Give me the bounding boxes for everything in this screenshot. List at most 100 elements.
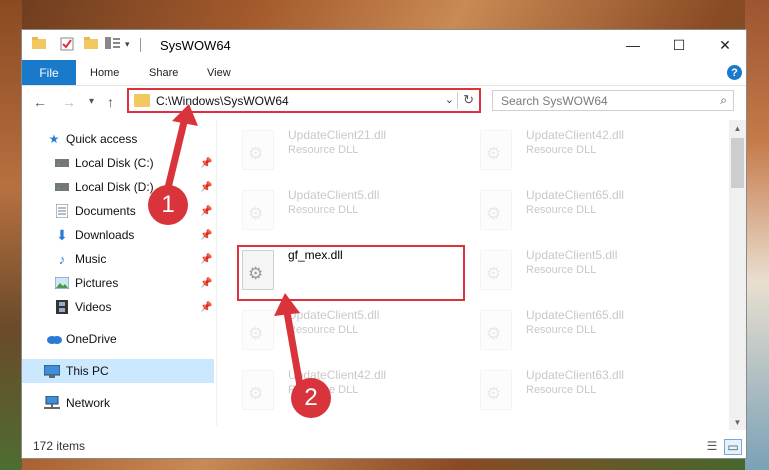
dll-file-icon bbox=[480, 310, 512, 350]
cloud-icon bbox=[46, 331, 62, 347]
download-arrow-icon: ⬇ bbox=[56, 226, 68, 243]
forward-button[interactable]: → bbox=[62, 94, 76, 110]
desktop-wallpaper-right bbox=[745, 0, 769, 470]
file-item[interactable]: UpdateClient65.dll Resource DLL bbox=[460, 186, 690, 244]
film-icon bbox=[54, 299, 70, 315]
file-item[interactable]: UpdateClient63.dll Resource DLL bbox=[460, 366, 690, 424]
address-path[interactable]: C:\Windows\SysWOW64 bbox=[156, 94, 289, 108]
tab-share[interactable]: Share bbox=[149, 60, 178, 85]
sidebar-item-label: Quick access bbox=[66, 132, 138, 146]
step-2-badge: 2 bbox=[291, 378, 331, 418]
pin-icon[interactable]: 📌 bbox=[200, 158, 212, 169]
dll-file-icon bbox=[242, 370, 274, 410]
dll-file-icon bbox=[480, 190, 512, 230]
dll-file-icon bbox=[480, 370, 512, 410]
sidebar-item-videos[interactable]: Videos 📌 bbox=[22, 295, 214, 319]
close-button[interactable]: ✕ bbox=[702, 30, 748, 60]
back-button[interactable]: ← bbox=[33, 94, 47, 110]
sidebar-item-local-disk-c[interactable]: Local Disk (C:) 📌 bbox=[22, 151, 214, 175]
navigation-bar: ← → ▾ ↑ C:\Windows\SysWOW64 ⌄ ↻ Search S… bbox=[22, 86, 746, 118]
title-separator bbox=[140, 38, 141, 52]
quick-access-dropdown-icon[interactable]: ▾ bbox=[125, 39, 130, 50]
dll-file-icon bbox=[242, 130, 274, 170]
pin-icon[interactable]: 📌 bbox=[200, 278, 212, 289]
search-input[interactable]: Search SysWOW64 ⌕ bbox=[492, 90, 734, 111]
file-name: UpdateClient65.dll bbox=[526, 308, 625, 322]
drive-icon bbox=[54, 155, 70, 171]
pane-divider bbox=[216, 121, 217, 426]
sidebar-item-quick-access[interactable]: ★ Quick access bbox=[22, 127, 214, 151]
file-name: UpdateClient21.dll bbox=[288, 128, 387, 142]
monitor-icon bbox=[44, 363, 60, 379]
file-name: UpdateClient5.dll bbox=[288, 188, 380, 202]
navigation-pane: ★ Quick access Local Disk (C:) 📌 Local D… bbox=[22, 121, 216, 426]
chevron-down-icon[interactable]: ⌄ bbox=[445, 93, 454, 106]
file-name: UpdateClient5.dll bbox=[526, 248, 618, 262]
documents-icon bbox=[54, 203, 70, 219]
status-bar: 172 items ☰ ▭ bbox=[22, 434, 746, 458]
file-type: Resource DLL bbox=[288, 204, 359, 216]
sidebar-item-label: Music bbox=[75, 252, 107, 266]
help-icon[interactable]: ? bbox=[727, 65, 742, 80]
file-type: Resource DLL bbox=[526, 324, 597, 336]
scrollbar-thumb[interactable] bbox=[731, 138, 744, 188]
up-button[interactable]: ↑ bbox=[107, 94, 114, 110]
pin-icon[interactable]: 📌 bbox=[200, 182, 212, 193]
file-name: UpdateClient65.dll bbox=[526, 188, 625, 202]
sidebar-item-downloads[interactable]: ⬇ Downloads 📌 bbox=[22, 223, 214, 247]
large-icons-view-icon[interactable]: ▭ bbox=[724, 439, 742, 455]
step-1-badge: 1 bbox=[148, 185, 188, 225]
network-icon bbox=[44, 395, 60, 411]
explorer-window: ▾ SysWOW64 — ☐ ✕ File Home Share View ? … bbox=[21, 29, 747, 459]
music-note-icon: ♪ bbox=[58, 251, 66, 267]
sidebar-item-network[interactable]: Network bbox=[22, 391, 214, 415]
item-count: 172 items bbox=[33, 439, 86, 453]
scroll-down-arrow-icon[interactable]: ▼ bbox=[729, 414, 746, 430]
file-type: Resource DLL bbox=[288, 144, 359, 156]
sidebar-item-music[interactable]: ♪ Music 📌 bbox=[22, 247, 214, 271]
customize-toolbar-icon[interactable] bbox=[105, 37, 121, 49]
sidebar-item-label: Documents bbox=[75, 204, 136, 218]
target-file-highlight bbox=[237, 245, 465, 301]
file-type: Resource DLL bbox=[288, 324, 359, 336]
details-view-icon[interactable]: ☰ bbox=[704, 439, 720, 453]
search-icon[interactable]: ⌕ bbox=[720, 93, 727, 108]
file-item[interactable]: UpdateClient65.dll Resource DLL bbox=[460, 306, 690, 364]
refresh-button[interactable]: ↻ bbox=[463, 92, 474, 108]
search-placeholder: Search SysWOW64 bbox=[501, 94, 608, 108]
drive-icon bbox=[54, 179, 70, 195]
file-item[interactable]: UpdateClient21.dll Resource DLL bbox=[222, 126, 452, 184]
address-bar[interactable]: C:\Windows\SysWOW64 ⌄ ↻ bbox=[127, 88, 481, 113]
sidebar-item-label: Local Disk (C:) bbox=[75, 156, 154, 170]
file-item[interactable]: UpdateClient42.dll Resource DLL bbox=[460, 126, 690, 184]
tab-file[interactable]: File bbox=[22, 60, 76, 85]
pin-icon[interactable]: 📌 bbox=[200, 254, 212, 265]
sidebar-item-pictures[interactable]: Pictures 📌 bbox=[22, 271, 214, 295]
file-type: Resource DLL bbox=[526, 384, 597, 396]
tab-home[interactable]: Home bbox=[90, 60, 119, 85]
sidebar-item-onedrive[interactable]: OneDrive bbox=[22, 327, 214, 351]
file-item[interactable]: UpdateClient5.dll Resource DLL bbox=[222, 186, 452, 244]
vertical-scrollbar[interactable]: ▲ ▼ bbox=[729, 120, 746, 430]
scroll-up-arrow-icon[interactable]: ▲ bbox=[729, 120, 746, 136]
desktop-wallpaper-left bbox=[0, 0, 22, 470]
new-folder-icon[interactable] bbox=[84, 37, 98, 49]
file-item[interactable]: UpdateClient42.dll Resource DLL bbox=[222, 366, 452, 424]
file-name: UpdateClient5.dll bbox=[288, 308, 380, 322]
file-item[interactable]: UpdateClient5.dll Resource DLL bbox=[222, 306, 452, 364]
recent-locations-button[interactable]: ▾ bbox=[89, 96, 94, 107]
sidebar-item-label: OneDrive bbox=[66, 332, 117, 346]
properties-icon[interactable] bbox=[60, 37, 74, 51]
tab-view[interactable]: View bbox=[207, 60, 231, 85]
pin-icon[interactable]: 📌 bbox=[200, 230, 212, 241]
sidebar-item-this-pc[interactable]: This PC bbox=[22, 359, 214, 383]
ribbon-tabs: File Home Share View ? bbox=[22, 60, 746, 86]
file-item[interactable]: UpdateClient5.dll Resource DLL bbox=[460, 246, 690, 304]
minimize-button[interactable]: — bbox=[610, 30, 656, 60]
pin-icon[interactable]: 📌 bbox=[200, 206, 212, 217]
file-type: Resource DLL bbox=[526, 144, 597, 156]
file-type: Resource DLL bbox=[526, 264, 597, 276]
pin-icon[interactable]: 📌 bbox=[200, 302, 212, 313]
sidebar-item-label: This PC bbox=[66, 364, 109, 378]
maximize-button[interactable]: ☐ bbox=[656, 30, 702, 60]
